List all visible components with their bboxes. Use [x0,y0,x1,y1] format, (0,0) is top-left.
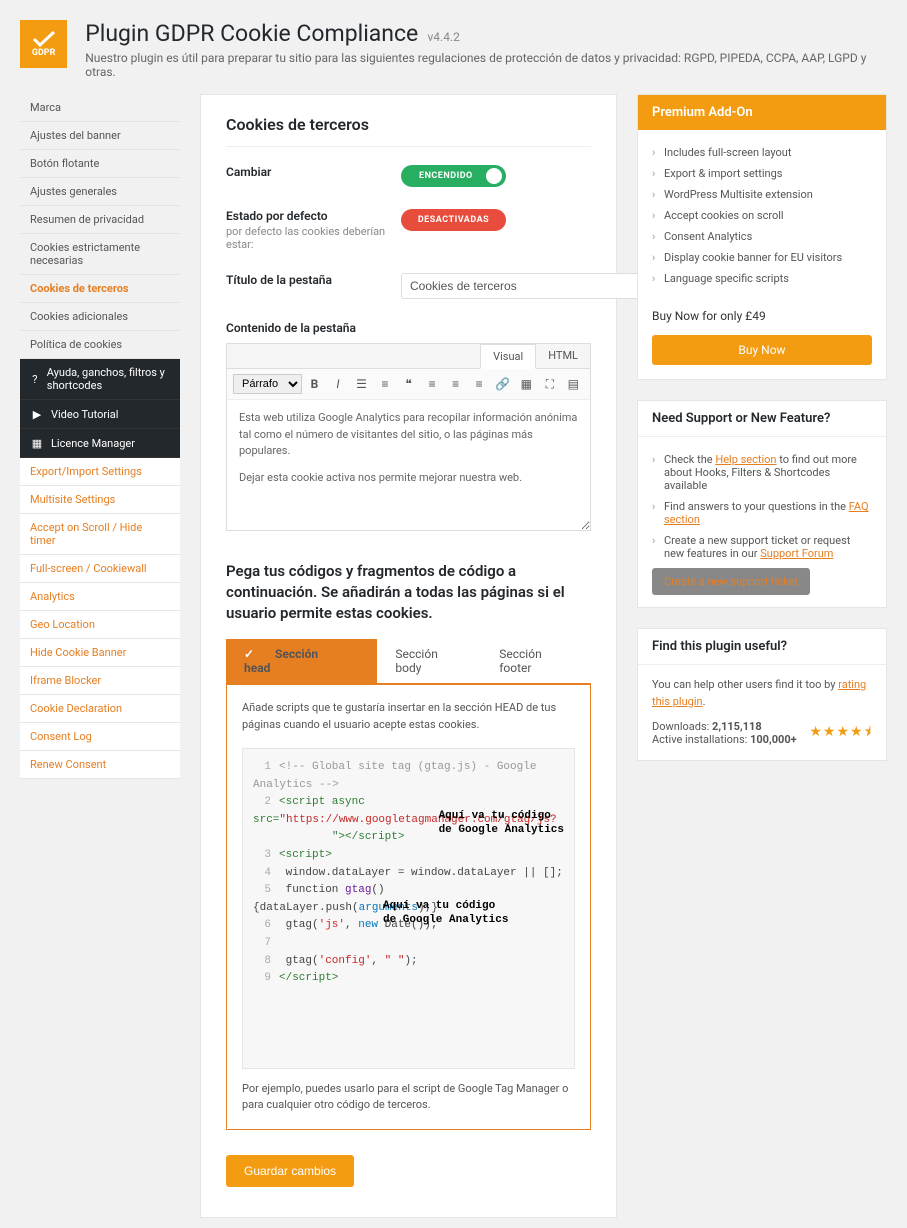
align-right-icon[interactable]: ≡ [468,373,490,395]
fullscreen-icon[interactable]: ⛶ [539,373,561,395]
tab-head[interactable]: ✓ Sección head [226,639,377,683]
page-header: GDPR Plugin GDPR Cookie Compliance v4.4.… [20,10,887,94]
switch-label: Cambiar [226,165,401,179]
premium-feature-item: Language specific scripts [652,268,872,289]
premium-card: Premium Add-On Includes full-screen layo… [637,94,887,380]
rich-editor: Visual HTML Párrafo B I ☰ ≡ ❝ ≡ ≡ ≡ 🔗 [226,343,591,531]
sidebar-item-premium[interactable]: Accept on Scroll / Hide timer [20,514,180,555]
editor-toolbar: Párrafo B I ☰ ≡ ❝ ≡ ≡ ≡ 🔗 ▦ ⛶ ▤ [227,369,590,400]
tab-title-input[interactable] [401,273,661,299]
sidebar-item[interactable]: Ajustes generales [20,178,180,206]
premium-title: Premium Add-On [638,95,886,130]
support-item: Find answers to your questions in the FA… [652,496,872,530]
sidebar-item-premium[interactable]: Hide Cookie Banner [20,639,180,667]
sidebar-item[interactable]: Cookies adicionales [20,303,180,331]
page-title: Plugin GDPR Cookie Compliance [85,20,418,47]
buy-price-line: Buy Now for only £49 [638,301,886,327]
link-icon[interactable]: 🔗 [492,373,514,395]
main-panel: Cookies de terceros Cambiar ENCENDIDO Es… [200,94,617,1218]
tab-body[interactable]: Sección body [377,639,481,683]
page-subtitle: Nuestro plugin es útil para preparar tu … [85,51,887,79]
code-section-tabs: ✓ Sección head Sección body Sección foot… [226,639,591,685]
paste-code-heading: Pega tus códigos y fragmentos de código … [226,561,591,624]
editor-tab-visual[interactable]: Visual [480,344,536,369]
support-title: Need Support or New Feature? [638,401,886,437]
sidebar-item-premium[interactable]: Cookie Declaration [20,695,180,723]
premium-feature-item: Accept cookies on scroll [652,205,872,226]
italic-icon[interactable]: I [327,373,349,395]
sidebar-item[interactable]: Marca [20,94,180,122]
rating-prompt: You can help other users find it too by … [652,677,872,710]
buy-now-button[interactable]: Buy Now [652,335,872,365]
sidebar-item-premium[interactable]: Geo Location [20,611,180,639]
play-icon: ▶ [30,407,44,421]
list-ol-icon[interactable]: ≡ [374,373,396,395]
installs-stat: Active installations: 100,000+ [652,733,797,746]
code-panel: Añade scripts que te gustaría insertar e… [226,685,591,1130]
premium-feature-item: WordPress Multisite extension [652,184,872,205]
create-ticket-button[interactable]: Create a new support ticket [652,568,810,595]
sidebar-nav: MarcaAjustes del bannerBotón flotanteAju… [20,94,180,779]
sidebar-item[interactable]: Política de cookies [20,331,180,359]
help-link[interactable]: Help section [715,453,776,466]
bold-icon[interactable]: B [304,373,326,395]
sidebar-item-premium[interactable]: Export/Import Settings [20,458,180,486]
sidebar-item-premium[interactable]: Analytics [20,583,180,611]
sidebar-item-dark[interactable]: ▦Licence Manager [20,429,180,458]
premium-feature-item: Consent Analytics [652,226,872,247]
premium-feature-item: Export & import settings [652,163,872,184]
sidebar-item[interactable]: Botón flotante [20,150,180,178]
support-card: Need Support or New Feature? Check the H… [637,400,887,608]
sidebar-item-dark[interactable]: ?Ayuda, ganchos, filtros y shortcodes [20,359,180,400]
editor-tab-html[interactable]: HTML [536,344,590,368]
save-button[interactable]: Guardar cambios [226,1155,354,1187]
tab-title-label: Título de la pestaña [226,273,401,287]
star-rating-icon: ★★★★⯨ [809,721,872,745]
default-state-label: Estado por defecto por defecto las cooki… [226,209,401,251]
sidebar-item-premium[interactable]: Renew Consent [20,751,180,779]
premium-feature-item: Includes full-screen layout [652,142,872,163]
support-item: Create a new support ticket or request n… [652,530,872,564]
format-select[interactable]: Párrafo [233,374,302,394]
code-example-footer: Por ejemplo, puedes usarlo para el scrip… [242,1081,575,1114]
help-icon: ? [30,372,40,386]
sidebar-item-premium[interactable]: Consent Log [20,723,180,751]
premium-feature-item: Display cookie banner for EU visitors [652,247,872,268]
toolbar-toggle-icon[interactable]: ▤ [563,373,585,395]
sidebar-item-premium[interactable]: Multisite Settings [20,486,180,514]
version-label: v4.4.2 [427,30,459,44]
code-annotation-2: Aquí va tu código de Google Analytics [383,899,508,928]
sidebar-item-premium[interactable]: Iframe Blocker [20,667,180,695]
editor-content[interactable]: Esta web utiliza Google Analytics para r… [227,400,590,530]
key-icon: ▦ [30,436,44,450]
sidebar-item[interactable]: Cookies de terceros [20,275,180,303]
section-heading: Cookies de terceros [226,115,591,147]
align-center-icon[interactable]: ≡ [445,373,467,395]
sidebar-item[interactable]: Cookies estrictamente necesarias [20,234,180,275]
support-item: Check the Help section to find out more … [652,449,872,496]
code-hint: Añade scripts que te gustaría insertar e… [242,700,575,733]
downloads-stat: Downloads: 2,115,118 [652,720,797,733]
more-icon[interactable]: ▦ [515,373,537,395]
sidebar-item-dark[interactable]: ▶Video Tutorial [20,400,180,429]
enable-toggle[interactable]: ENCENDIDO [401,165,506,187]
sidebar-item[interactable]: Resumen de privacidad [20,206,180,234]
gdpr-logo: GDPR [20,20,67,68]
forum-link[interactable]: Support Forum [760,547,833,560]
quote-icon[interactable]: ❝ [398,373,420,395]
list-ul-icon[interactable]: ☰ [351,373,373,395]
code-annotation-1: Aquí va tu código de Google Analytics [439,809,564,838]
default-state-toggle[interactable]: DESACTIVADAS [401,209,506,231]
useful-card: Find this plugin useful? You can help ot… [637,628,887,761]
sidebar-item[interactable]: Ajustes del banner [20,122,180,150]
align-left-icon[interactable]: ≡ [421,373,443,395]
useful-title: Find this plugin useful? [638,629,886,665]
sidebar-item-premium[interactable]: Full-screen / Cookiewall [20,555,180,583]
code-editor[interactable]: 1<!-- Global site tag (gtag.js) - Google… [242,748,575,1069]
tab-footer[interactable]: Sección footer [481,639,591,683]
tab-content-label: Contenido de la pestaña [226,321,401,335]
